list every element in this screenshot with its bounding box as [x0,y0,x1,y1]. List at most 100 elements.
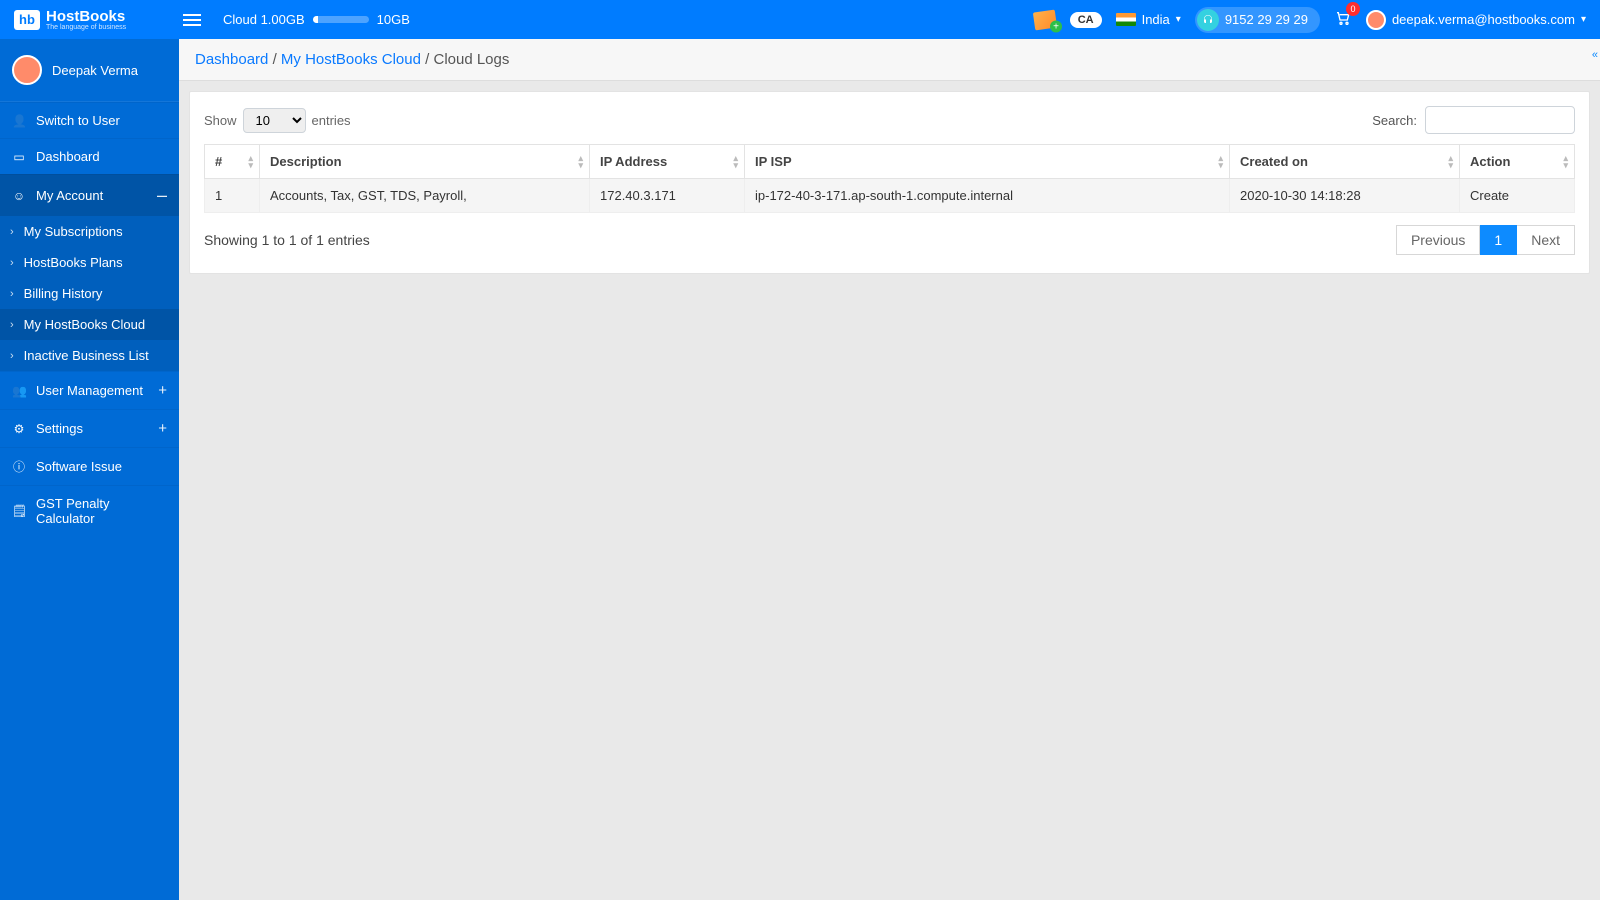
avatar-icon [12,55,42,85]
sort-icon: ▴▾ [578,155,583,169]
support-phone-number: 9152 29 29 29 [1225,12,1308,27]
headset-icon [1197,9,1219,31]
cart-count-badge: 0 [1346,2,1360,16]
page-prev[interactable]: Previous [1396,225,1480,255]
users-icon: 👥 [12,384,26,398]
sidebar-sub-subscriptions[interactable]: › My Subscriptions [0,216,179,247]
breadcrumb: Dashboard / My HostBooks Cloud / Cloud L… [179,39,1600,81]
india-flag-icon [1116,13,1136,26]
calculator-icon: 🗒 [12,504,26,518]
sidebar-item-software-issue[interactable]: ⓘ Software Issue [0,447,179,485]
sidebar-item-my-account[interactable]: ☺ My Account – [0,174,179,216]
cloud-usage-label: Cloud 1.00GB [223,12,305,27]
user-menu[interactable]: deepak.verma@hostbooks.com ▾ [1366,10,1586,30]
sort-icon: ▴▾ [248,155,253,169]
col-description[interactable]: Description▴▾ [260,145,590,179]
sidebar-item-label: Switch to User [36,113,167,128]
chevron-right-icon: › [10,350,14,362]
search-input[interactable] [1425,106,1575,134]
sidebar-sub-plans[interactable]: › HostBooks Plans [0,247,179,278]
sidebar-item-label: Inactive Business List [24,348,149,363]
chevron-down-icon: ▾ [1581,14,1586,25]
info-icon: ⓘ [12,458,26,475]
pagination: Previous 1 Next [1396,225,1575,255]
cloud-total-label: 10GB [377,12,410,27]
expand-icon: + [158,382,167,399]
show-label: Show [204,113,237,128]
sidebar-user-name: Deepak Verma [52,63,138,78]
sort-icon: ▴▾ [1218,155,1223,169]
logs-card: Show 10 entries Search: #▴▾ Description▴… [189,91,1590,274]
sidebar-item-label: Software Issue [36,459,167,474]
user-icon: 👤 [12,114,26,128]
cell-index: 1 [205,179,260,213]
col-ip[interactable]: IP Address▴▾ [590,145,745,179]
sidebar-item-user-mgmt[interactable]: 👥 User Management + [0,371,179,409]
col-action[interactable]: Action▴▾ [1460,145,1575,179]
cloud-usage-bar [313,16,369,23]
user-circle-icon: ☺ [12,189,26,203]
brand-badge: hb [14,10,40,30]
sort-icon: ▴▾ [1563,155,1568,169]
sidebar-item-label: My Account [36,188,147,203]
breadcrumb-cloud[interactable]: My HostBooks Cloud [281,51,421,68]
cell-action: Create [1460,179,1575,213]
logs-table: #▴▾ Description▴▾ IP Address▴▾ IP ISP▴▾ … [204,144,1575,213]
cart-button[interactable]: 0 [1334,10,1352,29]
country-selector[interactable]: India ▾ [1116,12,1181,27]
ca-badge[interactable]: CA [1070,12,1102,28]
menu-toggle-icon[interactable] [179,10,205,30]
gear-icon: ⚙ [12,422,26,436]
sort-icon: ▴▾ [733,155,738,169]
sidebar-user[interactable]: Deepak Verma [0,39,179,102]
sidebar-sub-cloud[interactable]: › My HostBooks Cloud [0,309,179,340]
sidebar-item-settings[interactable]: ⚙ Settings + [0,409,179,447]
entries-label: entries [312,113,351,128]
avatar-icon [1366,10,1386,30]
collapse-icon: – [157,185,167,206]
sidebar-sub-billing[interactable]: › Billing History [0,278,179,309]
support-phone[interactable]: 9152 29 29 29 [1195,7,1320,33]
brand-logo[interactable]: hb HostBooks The language of business [14,9,179,31]
topbar: hb HostBooks The language of business Cl… [0,0,1600,39]
sidebar-item-gst-calc[interactable]: 🗒 GST Penalty Calculator [0,485,179,536]
cell-created: 2020-10-30 14:18:28 [1230,179,1460,213]
sidebar-item-label: GST Penalty Calculator [36,496,167,526]
table-row: 1 Accounts, Tax, GST, TDS, Payroll, 172.… [205,179,1575,213]
sidebar-item-switch-user[interactable]: 👤 Switch to User [0,102,179,138]
cell-isp: ip-172-40-3-171.ap-south-1.compute.inter… [745,179,1230,213]
page-size-control: Show 10 entries [204,108,351,133]
expand-icon: + [158,420,167,437]
page-next[interactable]: Next [1517,225,1575,255]
chevron-right-icon: › [10,257,14,269]
chevron-right-icon: › [10,288,14,300]
col-index[interactable]: #▴▾ [205,145,260,179]
col-created[interactable]: Created on▴▾ [1230,145,1460,179]
search-label: Search: [1372,113,1417,128]
chevron-down-icon: ▾ [1176,14,1181,25]
table-info: Showing 1 to 1 of 1 entries [204,232,370,248]
col-isp[interactable]: IP ISP▴▾ [745,145,1230,179]
sort-icon: ▴▾ [1448,155,1453,169]
main-content: Dashboard / My HostBooks Cloud / Cloud L… [179,39,1600,900]
cell-ip: 172.40.3.171 [590,179,745,213]
chevron-right-icon: › [10,319,14,331]
sidebar-item-label: User Management [36,383,148,398]
page-1[interactable]: 1 [1480,225,1517,255]
sidebar-item-label: Dashboard [36,149,167,164]
panel-collapse-icon[interactable]: « [1592,49,1598,61]
brand-name: HostBooks [46,9,126,24]
chevron-right-icon: › [10,226,14,238]
country-name: India [1142,12,1170,27]
user-email: deepak.verma@hostbooks.com [1392,12,1575,27]
page-size-select[interactable]: 10 [243,108,306,133]
dashboard-icon: ▭ [12,150,26,164]
sidebar-item-label: Billing History [24,286,103,301]
sidebar-item-label: My Subscriptions [24,224,123,239]
sidebar-item-dashboard[interactable]: ▭ Dashboard [0,138,179,174]
sidebar-item-label: HostBooks Plans [24,255,123,270]
breadcrumb-dashboard[interactable]: Dashboard [195,51,268,68]
ticket-add-icon[interactable] [1033,9,1057,30]
sidebar-sub-inactive[interactable]: › Inactive Business List [0,340,179,371]
cell-desc: Accounts, Tax, GST, TDS, Payroll, [260,179,590,213]
